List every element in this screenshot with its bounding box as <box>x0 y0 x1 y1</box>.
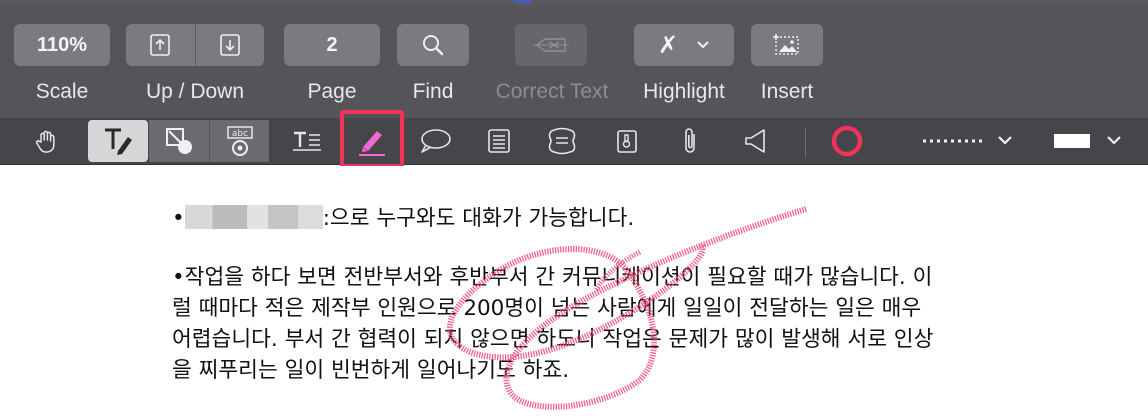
search-icon <box>423 35 444 56</box>
title-bar <box>0 0 1148 6</box>
stamp-tool[interactable] <box>597 120 657 162</box>
page-number-field[interactable]: 2 <box>284 24 380 66</box>
bullet: • <box>172 206 185 231</box>
stroke-color-button[interactable] <box>817 120 877 162</box>
speech-bubble-icon <box>421 129 451 153</box>
speaker-icon <box>745 129 765 153</box>
correct-text-icon <box>533 38 569 52</box>
annotation-toolbar: abc <box>0 118 1148 165</box>
ocr-tool[interactable]: abc <box>209 120 269 162</box>
page-down-button[interactable] <box>196 24 265 66</box>
insert-image-icon <box>773 34 799 55</box>
audio-tool[interactable] <box>726 120 786 162</box>
hand-tool[interactable] <box>17 120 77 162</box>
highlight-strike-icon: ✗ <box>657 31 679 59</box>
page-up-button[interactable] <box>126 24 195 66</box>
scale-button[interactable]: 110% <box>14 24 110 66</box>
redacted-text <box>184 205 323 229</box>
line-style-dropdown[interactable] <box>912 120 1022 162</box>
find-label: Find <box>412 80 454 103</box>
highlight-label: Highlight <box>643 80 725 103</box>
paragraph-2-line: 을 찌푸리는 일이 빈번하게 일어나기도 하죠. <box>172 358 570 383</box>
text-box-icon <box>293 131 321 151</box>
find-button[interactable] <box>397 24 469 66</box>
fill-color-preview <box>1054 134 1121 148</box>
insert-label: Insert <box>760 80 814 103</box>
fill-color-dropdown[interactable] <box>1046 120 1146 162</box>
toolbar-separator <box>805 128 806 158</box>
abc-icon-text: abc <box>231 129 247 139</box>
up-down-label: Up / Down <box>145 80 245 103</box>
up-down-control <box>126 24 264 66</box>
paragraph-2-line: •작업을 하다 보면 전반부서와 후반부서 간 커뮤니케이션이 필요할 때가 많… <box>172 265 933 290</box>
insert-button[interactable] <box>751 24 823 66</box>
paperclip-icon <box>685 128 695 153</box>
chevron-down-icon[interactable] <box>696 40 710 50</box>
bubble-tool[interactable] <box>532 120 592 162</box>
rounded-square-icon <box>548 127 576 155</box>
comment-tool[interactable] <box>405 120 465 162</box>
arrow-up-icon <box>150 34 171 56</box>
paragraph-2-line: 어렵습니다. 부서 간 협력이 되지 않으면 하도니 작업은 문제가 많이 발생… <box>172 327 934 352</box>
paragraph-2-line: 럴 때마다 적은 제작부 인원으로 200명이 넘는 사람에게 일일이 전달하는… <box>172 296 922 321</box>
arrow-down-icon <box>219 34 240 56</box>
shape-tool[interactable] <box>149 120 209 162</box>
note-icon <box>488 129 510 153</box>
hand-icon <box>35 130 55 153</box>
correct-text-button[interactable] <box>515 24 587 66</box>
document-page: • :으로 누구와도 대화가 가능합니다. •작업을 하다 보면 전반부서와 후반… <box>0 166 1148 418</box>
paragraph-2: •작업을 하다 보면 전반부서와 후반부서 간 커뮤니케이션이 필요할 때가 많… <box>172 262 933 386</box>
scale-label: Scale <box>35 80 89 103</box>
correct-text-label: Correct Text <box>495 80 609 103</box>
paragraph-1-text: :으로 누구와도 대화가 가능합니다. <box>322 206 635 231</box>
chevron-down-icon <box>998 136 1012 145</box>
stamp-icon <box>617 130 637 153</box>
pen-tool-selection-highlight <box>340 110 404 168</box>
stroke-color-swatch <box>831 125 863 157</box>
text-tool[interactable] <box>88 120 148 162</box>
main-toolbar: 110% Scale Up / Down 2 Page Find Correct… <box>0 0 1148 118</box>
line-style-preview <box>923 136 1012 145</box>
page-label: Page <box>307 80 357 103</box>
page-number-value: 2 <box>326 33 338 56</box>
text-cursor-icon <box>105 128 132 155</box>
chevron-down-icon <box>1107 136 1121 145</box>
abc-icon: abc <box>226 126 253 156</box>
highlight-button[interactable]: ✗ <box>634 24 734 66</box>
document-proxy-icon <box>514 0 532 4</box>
note-tool[interactable] <box>469 120 529 162</box>
scale-value: 110% <box>36 33 88 56</box>
paragraph-1: • :으로 누구와도 대화가 가능합니다. <box>172 203 634 234</box>
attach-tool[interactable] <box>660 120 720 162</box>
shape-icon <box>166 128 192 154</box>
text-box-tool[interactable] <box>277 120 337 162</box>
